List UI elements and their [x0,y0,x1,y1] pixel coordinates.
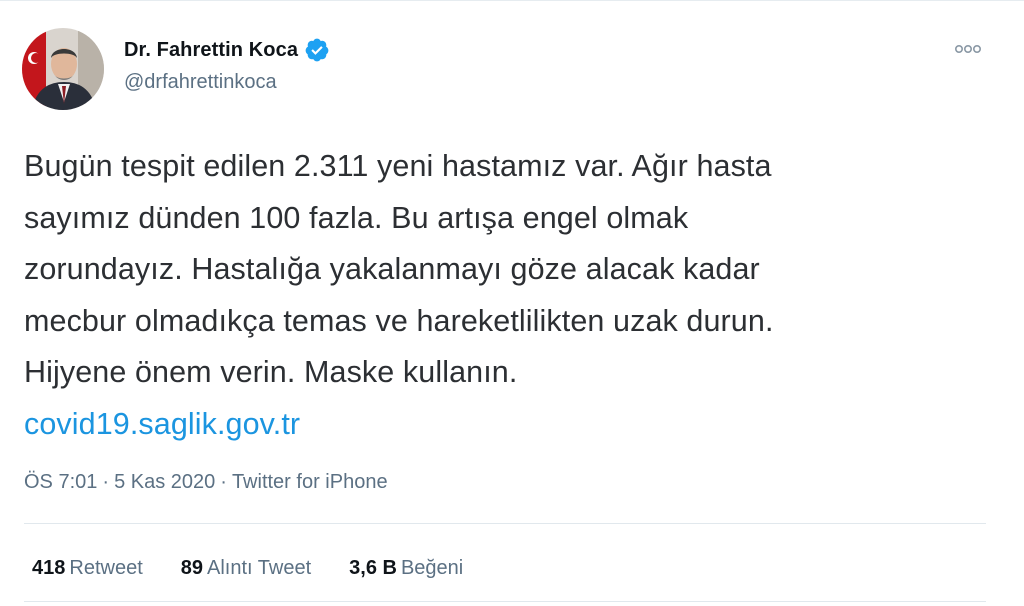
name-row: Dr. Fahrettin Koca [124,37,330,63]
tweet-source[interactable]: Twitter for iPhone [232,471,388,493]
tweet-body: Bugün tespit edilen 2.311 yeni hastamız … [24,141,1004,450]
verified-badge-icon [304,37,330,63]
user-handle[interactable]: @drfahrettinkoca [124,71,330,94]
tweet-timestamp[interactable]: ÖS 7:01 · 5 Kas 2020 [24,471,215,493]
retweets-count: 418 [32,557,66,579]
tweet-link-line: covid19.saglik.gov.tr [24,399,1004,451]
divider [24,601,986,602]
engagement-stats: 418 Retweet 89 Alıntı Tweet 3,6 B Beğeni [32,557,463,580]
retweets-stat[interactable]: 418 Retweet [32,557,143,580]
quote-tweets-label: Alıntı Tweet [207,557,312,579]
tweet-text-line: sayımız dünden 100 fazla. Bu artışa enge… [24,200,689,235]
avatar-image [22,28,104,110]
tweet-text-line: Hijyene önem verin. Maske kullanın. [24,355,518,389]
quote-tweets-count: 89 [180,557,203,579]
meta-separator: · [220,471,227,493]
likes-label: Beğeni [400,557,464,579]
retweets-label: Retweet [69,557,143,579]
tweet-meta: ÖS 7:01 · 5 Kas 2020 · Twitter for iPhone [24,471,388,494]
meta-separator: · [102,471,110,493]
tweet-time: ÖS 7:01 [24,471,98,493]
tweet-link[interactable]: covid19.saglik.gov.tr [24,407,300,441]
quote-tweets-stat[interactable]: 89 Alıntı Tweet [181,557,311,580]
tweet-text-line: Bugün tespit edilen 2.311 yeni hastamız … [24,149,772,183]
display-name[interactable]: Dr. Fahrettin Koca [124,39,298,62]
tweet-header: Dr. Fahrettin Koca @drfahrettinkoca [124,37,330,94]
more-options-icon[interactable] [952,39,984,59]
tweet-container: Dr. Fahrettin Koca @drfahrettinkoca Bugü… [0,0,1024,606]
tweet-text-line: zorundayız. Hastalığa yakalanmayı göze a… [24,252,760,286]
divider [24,523,986,524]
avatar[interactable] [22,28,104,110]
tweet-date: 5 Kas 2020 [114,471,216,493]
likes-count: 3,6 B [349,557,397,579]
tweet-text-line: mecbur olmadıkça temas ve hareketlilikte… [24,303,774,338]
likes-stat[interactable]: 3,6 B Beğeni [349,557,463,580]
